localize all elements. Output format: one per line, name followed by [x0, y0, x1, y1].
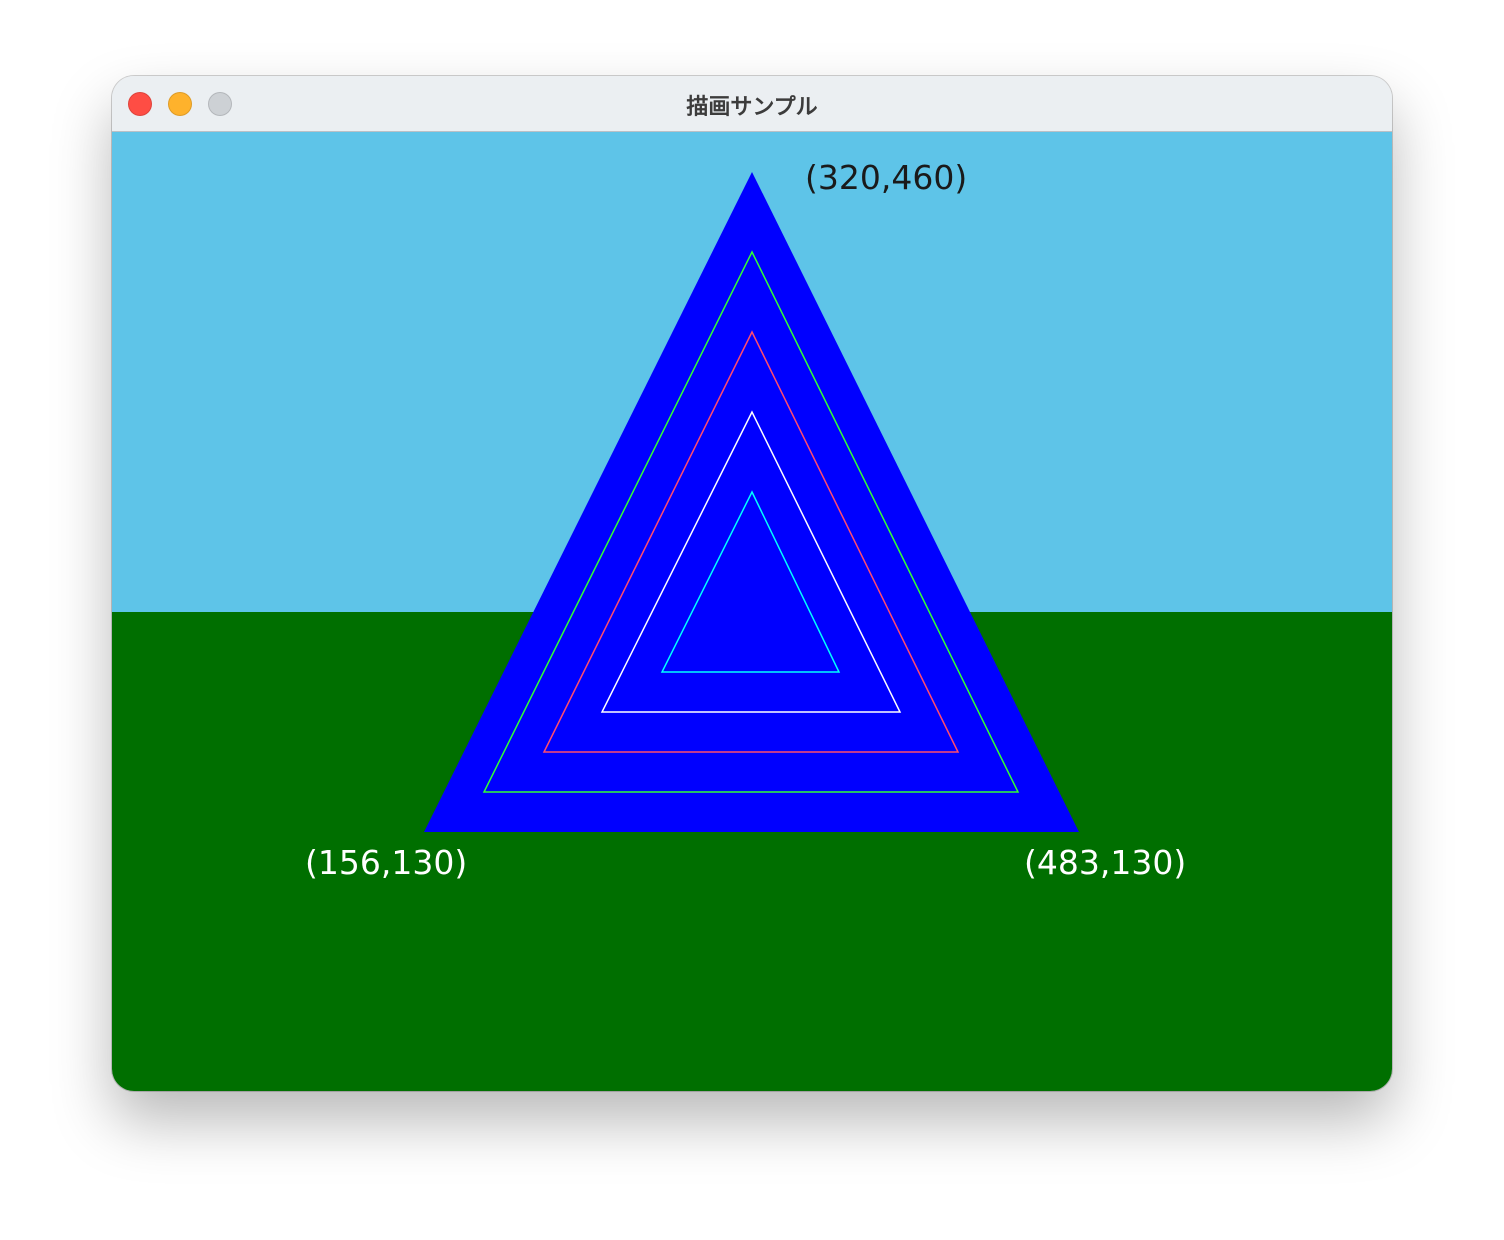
left-vertex-label: (156,130)	[305, 843, 467, 882]
drawing-canvas: (320,460) (156,130) (483,130)	[112, 132, 1392, 1091]
right-vertex-label: (483,130)	[1024, 843, 1186, 882]
title-bar[interactable]: 描画サンプル	[112, 76, 1392, 132]
top-vertex-label: (320,460)	[805, 158, 967, 197]
app-window: 描画サンプル (320,460) (156,130) (483,130)	[112, 76, 1392, 1091]
window-title: 描画サンプル	[686, 95, 818, 120]
